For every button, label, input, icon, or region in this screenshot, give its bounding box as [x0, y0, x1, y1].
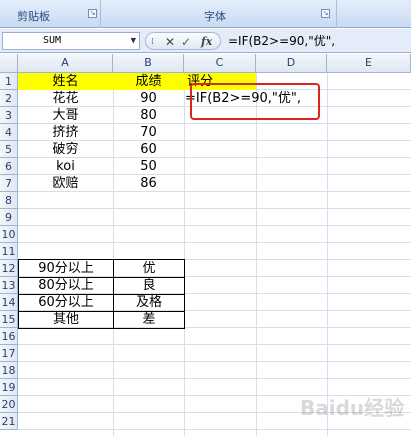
gridline: [18, 429, 411, 430]
row-header[interactable]: 13: [0, 277, 18, 294]
clipboard-group: 剪贴板 ↘: [0, 0, 101, 28]
cell-a6[interactable]: koi: [18, 158, 113, 175]
cell-a2[interactable]: 花花: [18, 90, 113, 107]
column-header-e[interactable]: E: [327, 54, 411, 73]
worksheet-grid[interactable]: 姓名 成绩 评分 花花 90 大哥 80 挤挤 70 破穷 60 koi 50 …: [18, 73, 411, 436]
cell-a13[interactable]: 80分以上: [19, 277, 114, 295]
gridline: [18, 361, 411, 362]
gridline: [18, 208, 411, 209]
cell-b6[interactable]: 50: [113, 158, 184, 175]
row-header[interactable]: 12: [0, 260, 18, 277]
annotation-highlight-box: [190, 83, 320, 120]
row-header[interactable]: 8: [0, 192, 18, 209]
row-header[interactable]: 5: [0, 141, 18, 158]
cell-b4[interactable]: 70: [113, 124, 184, 141]
cell-b13[interactable]: 良: [114, 277, 185, 295]
row-header[interactable]: 11: [0, 243, 18, 260]
column-header-a[interactable]: A: [18, 54, 113, 73]
gridline: [184, 73, 185, 436]
row-header[interactable]: 15: [0, 311, 18, 328]
font-group: 字体 ↘: [102, 0, 337, 28]
resize-handle-icon[interactable]: ⁞: [151, 34, 154, 50]
cell-b14[interactable]: 及格: [114, 294, 185, 312]
gridline: [18, 344, 411, 345]
row-header[interactable]: 16: [0, 328, 18, 345]
gridline: [256, 73, 257, 436]
row-header[interactable]: 18: [0, 362, 18, 379]
row-header[interactable]: 10: [0, 226, 18, 243]
cell-a7[interactable]: 欧赔: [18, 175, 113, 192]
column-header-d[interactable]: D: [256, 54, 327, 73]
formula-bar: SUM ▼ ⁞ ✕ ✓ fx =IF(B2>=90,"优",: [0, 29, 411, 53]
cell-b3[interactable]: 80: [113, 107, 184, 124]
grade-table: 90分以上 优 80分以上 良 60分以上 及格 其他 差: [18, 259, 185, 329]
insert-function-icon[interactable]: fx: [201, 34, 212, 50]
formula-buttons: ⁞ ✕ ✓ fx: [145, 32, 221, 50]
row-header[interactable]: 17: [0, 345, 18, 362]
clipboard-dialog-launcher-icon[interactable]: ↘: [88, 9, 97, 18]
column-header-b[interactable]: B: [113, 54, 184, 73]
row-header[interactable]: 19: [0, 379, 18, 396]
gridline: [18, 378, 411, 379]
cell-a12[interactable]: 90分以上: [19, 260, 114, 278]
cell-b1[interactable]: 成绩: [113, 73, 184, 90]
row-header[interactable]: 6: [0, 158, 18, 175]
clipboard-group-title: 剪贴板: [17, 10, 50, 23]
row-header[interactable]: 7: [0, 175, 18, 192]
name-box[interactable]: SUM ▼: [2, 32, 140, 50]
cell-a15[interactable]: 其他: [19, 311, 114, 329]
cell-b12[interactable]: 优: [114, 260, 185, 278]
cell-b7[interactable]: 86: [113, 175, 184, 192]
row-header[interactable]: 3: [0, 107, 18, 124]
cell-a1[interactable]: 姓名: [18, 73, 113, 90]
watermark: Baidu经验: [300, 396, 405, 420]
next-ribbon-group: [339, 0, 411, 28]
gridline: [327, 73, 328, 436]
gridline: [18, 225, 411, 226]
font-group-title: 字体: [204, 10, 226, 23]
cell-b2[interactable]: 90: [113, 90, 184, 107]
cell-b5[interactable]: 60: [113, 141, 184, 158]
row-header[interactable]: 9: [0, 209, 18, 226]
font-dialog-launcher-icon[interactable]: ↘: [321, 9, 330, 18]
cell-a3[interactable]: 大哥: [18, 107, 113, 124]
name-box-value: SUM: [43, 35, 62, 46]
cell-a4[interactable]: 挤挤: [18, 124, 113, 141]
column-header-c[interactable]: C: [184, 54, 256, 73]
row-header[interactable]: 2: [0, 90, 18, 107]
cancel-icon[interactable]: ✕: [165, 34, 175, 50]
row-header[interactable]: 20: [0, 396, 18, 413]
cell-a5[interactable]: 破穷: [18, 141, 113, 158]
cell-b15[interactable]: 差: [114, 311, 185, 329]
enter-check-icon[interactable]: ✓: [181, 34, 191, 50]
formula-input[interactable]: =IF(B2>=90,"优",: [228, 32, 335, 50]
chevron-down-icon[interactable]: ▼: [131, 33, 136, 49]
ribbon: 剪贴板 ↘ 字体 ↘: [0, 0, 411, 28]
row-header[interactable]: 14: [0, 294, 18, 311]
row-header[interactable]: 4: [0, 124, 18, 141]
row-header[interactable]: 21: [0, 413, 18, 430]
gridline: [18, 242, 411, 243]
select-all-corner[interactable]: [0, 54, 18, 73]
row-header[interactable]: 1: [0, 73, 18, 90]
cell-a14[interactable]: 60分以上: [19, 294, 114, 312]
